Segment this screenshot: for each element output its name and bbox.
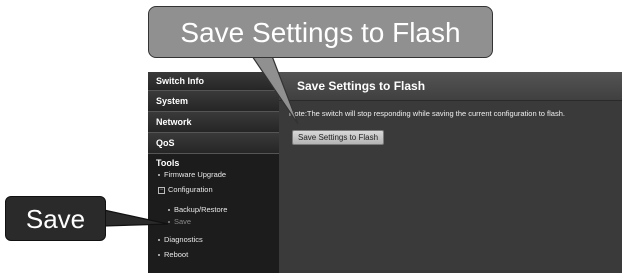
callout-save: Save bbox=[5, 196, 106, 241]
callout-save-settings: Save Settings to Flash bbox=[148, 6, 493, 58]
top-callout-pointer bbox=[250, 55, 299, 125]
left-callout-pointer bbox=[103, 209, 169, 227]
